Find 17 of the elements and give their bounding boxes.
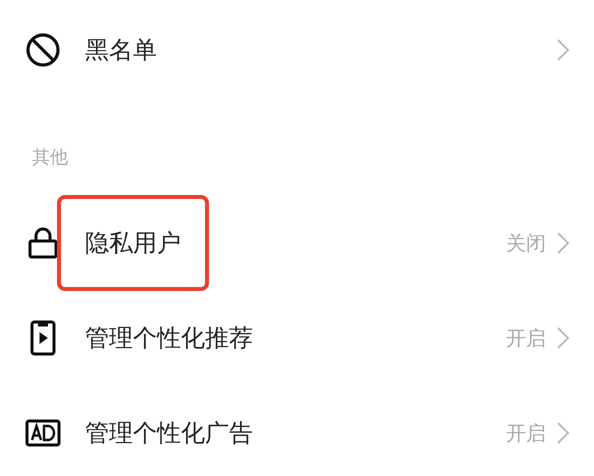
section-header: 其他 — [32, 146, 68, 170]
block-icon — [25, 32, 61, 68]
row-label: 管理个性化广告 — [85, 420, 253, 444]
settings-row[interactable]: 管理个性化广告 开启 — [0, 385, 594, 476]
row-value: 关闭 — [506, 230, 546, 256]
chevron-right-icon — [556, 420, 570, 444]
chevron-right-icon — [556, 230, 570, 254]
settings-row[interactable]: 隐私用户 关闭 — [0, 195, 594, 290]
row-value: 开启 — [506, 420, 546, 446]
settings-row[interactable]: 管理个性化推荐 开启 — [0, 290, 594, 385]
row-value: 开启 — [506, 324, 546, 352]
chevron-right-icon — [556, 326, 570, 350]
row-label: 隐私用户 — [57, 194, 209, 290]
row-label: 黑名单 — [85, 38, 157, 62]
settings-row[interactable]: 黑名单 — [0, 0, 594, 100]
chevron-right-icon — [556, 38, 570, 62]
row-label: 管理个性化推荐 — [85, 326, 253, 350]
